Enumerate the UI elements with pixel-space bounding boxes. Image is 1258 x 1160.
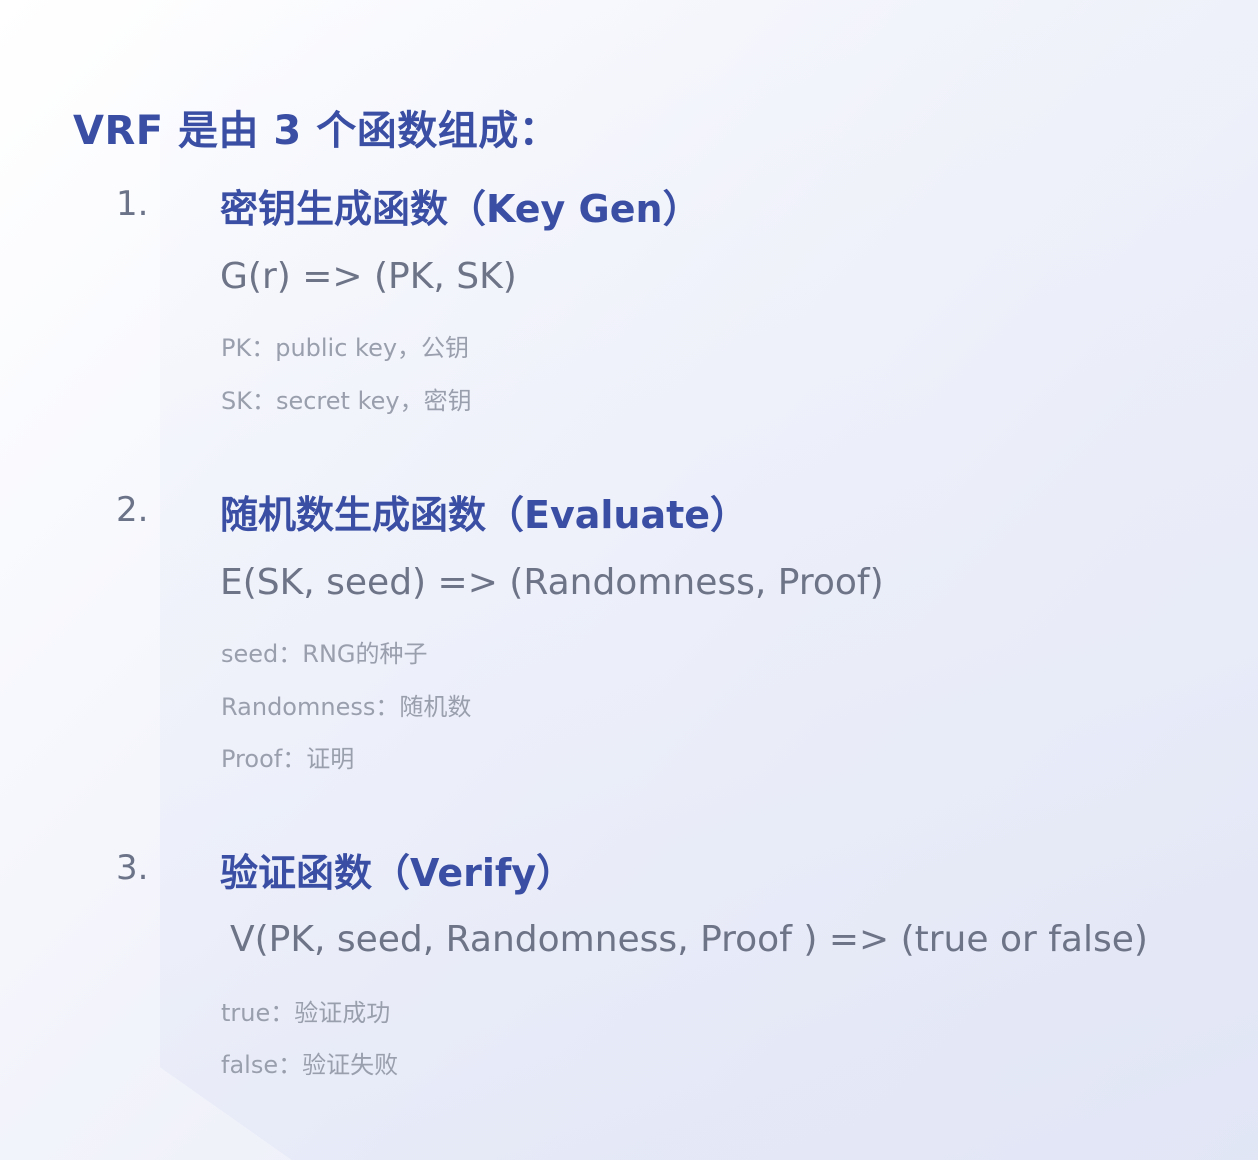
note-true: true：验证成功	[221, 999, 391, 1027]
note-sk: SK：secret key，密钥	[221, 387, 472, 415]
slide: VRF 是由 3 个函数组成： 1. 密钥生成函数（Key Gen） G(r) …	[0, 0, 1258, 1160]
note-randomness: Randomness：随机数	[221, 693, 472, 721]
function-heading-verify: 验证函数（Verify）	[220, 851, 575, 895]
item-number-2: 2.	[116, 490, 149, 530]
function-formula-verify: V(PK, seed, Randomness, Proof ) => (true…	[230, 919, 1148, 960]
note-false: false：验证失败	[221, 1051, 399, 1079]
note-pk: PK：public key，公钥	[221, 334, 470, 362]
note-proof: Proof：证明	[221, 745, 355, 773]
function-formula-keygen: G(r) => (PK, SK)	[220, 256, 517, 297]
note-seed: seed：RNG的种子	[221, 640, 428, 668]
slide-title: VRF 是由 3 个函数组成：	[73, 108, 560, 154]
function-formula-evaluate: E(SK, seed) => (Randomness, Proof)	[220, 562, 884, 603]
item-number-1: 1.	[116, 184, 149, 224]
function-heading-evaluate: 随机数生成函数（Evaluate）	[220, 493, 749, 537]
function-heading-keygen: 密钥生成函数（Key Gen）	[220, 187, 701, 231]
item-number-3: 3.	[116, 848, 149, 888]
